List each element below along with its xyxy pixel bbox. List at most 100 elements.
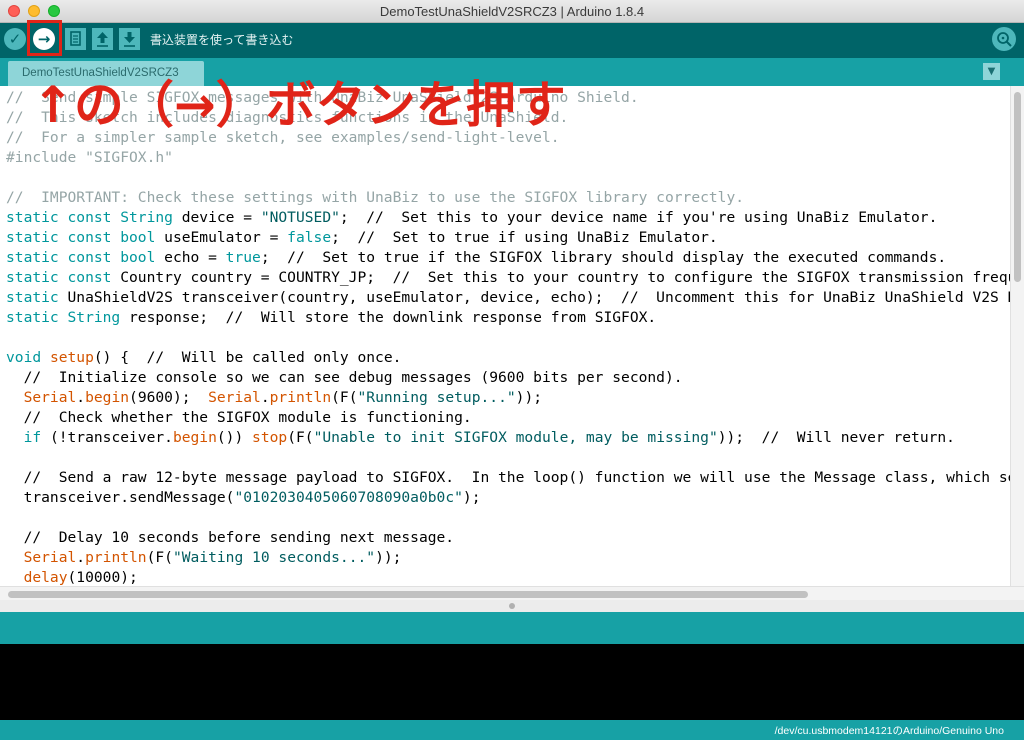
code-token: Country country = COUNTRY_JP; // Set thi… <box>111 269 1010 286</box>
code-token: )); // Will never return. <box>717 429 955 446</box>
code-line: // Check whether the SIGFOX module is fu… <box>6 408 1010 428</box>
code-token: . <box>260 389 270 406</box>
code-line: static const bool echo = true; // Set to… <box>6 248 1010 268</box>
code-token: println <box>269 389 332 406</box>
open-icon <box>97 32 108 47</box>
code-token: UnaShieldV2S transceiver(country, useEmu… <box>58 289 1011 306</box>
verify-button[interactable]: ✓ <box>4 28 26 50</box>
code-line: #include "SIGFOX.h" <box>6 148 1010 168</box>
code-token: Serial <box>208 389 261 406</box>
code-token: . <box>76 549 86 566</box>
toolbar-status-text: 書込装置を使って書き込む <box>150 33 294 47</box>
pane-divider[interactable] <box>0 600 1024 612</box>
code-token: // Delay 10 seconds before sending next … <box>6 529 455 546</box>
code-line: static const String device = "NOTUSED"; … <box>6 208 1010 228</box>
code-token: device = <box>172 209 261 226</box>
code-token: static const <box>6 269 112 286</box>
code-line: // Send a raw 12-byte message payload to… <box>6 468 1010 488</box>
code-token: static String <box>6 309 121 326</box>
serial-monitor-button[interactable] <box>992 27 1016 51</box>
save-sketch-button[interactable] <box>119 28 140 50</box>
code-line: if (!transceiver.begin()) stop(F("Unable… <box>6 428 1010 448</box>
horizontal-scrollbar[interactable] <box>0 586 1024 600</box>
code-token: if <box>23 429 42 446</box>
open-sketch-button[interactable] <box>92 28 113 50</box>
code-token: . <box>76 389 86 406</box>
code-line: transceiver.sendMessage("010203040506070… <box>6 488 1010 508</box>
status-footer: /dev/cu.usbmodem14121のArduino/Genuino Un… <box>0 720 1024 740</box>
code-token: void <box>6 349 42 366</box>
code-token: (F( <box>331 389 358 406</box>
code-token: Serial <box>23 389 77 406</box>
code-token: delay <box>23 569 68 586</box>
code-line: static const bool useEmulator = false; /… <box>6 228 1010 248</box>
code-token: )); <box>515 389 543 406</box>
code-token: (!transceiver. <box>41 429 173 446</box>
code-token: "0102030405060708090a0b0c" <box>234 489 463 506</box>
code-token: ); <box>462 489 481 506</box>
code-line: Serial.begin(9600); Serial.println(F("Ru… <box>6 388 1010 408</box>
code-line: // Delay 10 seconds before sending next … <box>6 528 1010 548</box>
code-token: response; // Will store the downlink res… <box>120 309 657 326</box>
code-token: "Running setup..." <box>357 389 516 406</box>
code-token: ()) <box>216 429 253 446</box>
window-title-bar: DemoTestUnaShieldV2SRCZ3 | Arduino 1.8.4 <box>0 0 1024 23</box>
code-token: static const String <box>6 209 173 226</box>
new-sketch-button[interactable] <box>65 28 86 50</box>
code-token: ; // Set to true if the SIGFOX library s… <box>260 249 947 266</box>
code-token: (F( <box>146 549 173 566</box>
code-line: Serial.println(F("Waiting 10 seconds..."… <box>6 548 1010 568</box>
save-icon <box>124 32 135 47</box>
console-output[interactable] <box>0 644 1024 720</box>
board-port-info: /dev/cu.usbmodem14121のArduino/Genuino Un… <box>774 725 1004 737</box>
code-token: begin <box>85 389 130 406</box>
tab-menu-button[interactable]: ▼ <box>983 63 1000 80</box>
code-token: "NOTUSED" <box>260 209 340 226</box>
verify-icon: ✓ <box>8 30 22 48</box>
code-token: Serial <box>23 549 77 566</box>
serial-monitor-icon <box>997 32 1012 47</box>
code-line: delay(10000); <box>6 568 1010 586</box>
code-token: useEmulator = <box>155 229 288 246</box>
chevron-down-icon: ▼ <box>987 66 996 77</box>
code-line: static UnaShieldV2S transceiver(country,… <box>6 288 1010 308</box>
vertical-scrollbar-thumb[interactable] <box>1014 92 1021 282</box>
code-token: static const bool <box>6 249 156 266</box>
divider-handle-icon[interactable] <box>509 603 515 609</box>
new-icon <box>70 31 81 46</box>
code-line: static String response; // Will store th… <box>6 308 1010 328</box>
vertical-scrollbar[interactable] <box>1010 86 1024 586</box>
horizontal-scrollbar-thumb[interactable] <box>8 591 808 598</box>
message-status-bar <box>0 612 1024 644</box>
upload-button-highlight-box <box>27 20 62 56</box>
code-token: echo = <box>155 249 226 266</box>
code-token: println <box>85 549 147 566</box>
toolbar: ✓ → 書込装置を使って書き込む <box>0 23 1024 58</box>
instruction-annotation: ↑の（→）ボタンを押す <box>32 76 566 134</box>
code-line: // IMPORTANT: Check these settings with … <box>6 188 1010 208</box>
code-token: (9600); <box>129 389 209 406</box>
code-token: true <box>225 249 261 266</box>
code-token: static <box>6 289 59 306</box>
code-token: setup <box>49 349 94 366</box>
code-text[interactable]: // Send simple SIGFOX messages with UnaB… <box>0 86 1010 586</box>
code-token: )); <box>375 549 402 566</box>
code-token: transceiver.sendMessage( <box>6 489 235 506</box>
code-token: // Initialize console so we can see debu… <box>6 369 683 386</box>
code-token: ; // Set this to your device name if you… <box>339 209 938 226</box>
code-token: "Unable to init SIGFOX module, may be mi… <box>313 429 718 446</box>
code-editor[interactable]: // Send simple SIGFOX messages with UnaB… <box>0 86 1010 586</box>
code-token: static const bool <box>6 229 156 246</box>
code-token: () { // Will be called only once. <box>93 349 402 366</box>
code-token: false <box>287 229 332 246</box>
code-token: stop <box>252 429 288 446</box>
code-token: // Send a raw 12-byte message payload to… <box>23 469 1010 486</box>
code-token: begin <box>172 429 217 446</box>
